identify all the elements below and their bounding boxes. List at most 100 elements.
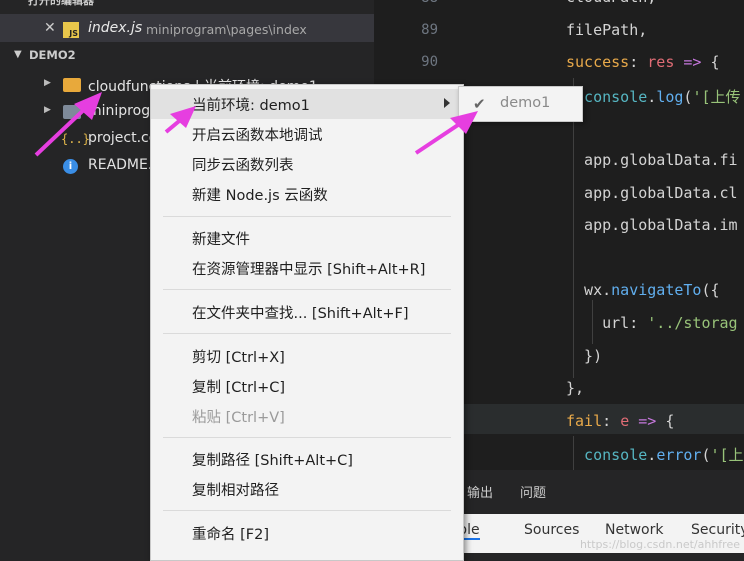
code-line[interactable]: }, xyxy=(566,379,584,397)
code-line[interactable]: app.globalData.im xyxy=(566,216,738,234)
code-token: : xyxy=(629,314,648,332)
menu-item-label: 新建文件 xyxy=(192,232,250,248)
line-number: 89 xyxy=(421,22,438,38)
menu-item-new-file[interactable]: 新建文件 xyxy=(151,223,463,253)
code-line[interactable]: }) xyxy=(566,347,602,365)
code-line[interactable]: app.globalData.fi xyxy=(566,151,738,169)
menu-item-label: 复制相对路径 xyxy=(192,483,279,499)
open-editor-item[interactable]: ✕ JS index.js miniprogram\pages\index xyxy=(0,14,374,42)
tab-problems[interactable]: 问题 xyxy=(520,482,546,501)
code-token: }, xyxy=(566,379,585,398)
folder-icon xyxy=(63,105,81,119)
chevron-right-icon[interactable]: ▶ xyxy=(44,78,51,88)
code-line[interactable]: success: res => { xyxy=(566,53,720,71)
tab-output[interactable]: 输出 xyxy=(467,482,493,501)
menu-item-local-debug[interactable]: 开启云函数本地调试 xyxy=(151,119,463,149)
json-icon: {..} xyxy=(61,132,90,146)
menu-separator xyxy=(163,216,451,217)
javascript-file-icon: JS xyxy=(63,22,79,38)
submenu-item-demo1[interactable]: demo1 xyxy=(500,95,550,111)
line-number: 90 xyxy=(421,54,438,70)
submenu-arrow-icon xyxy=(444,98,450,108)
code-token: : xyxy=(602,411,621,430)
menu-item-label: 新建 Node.js 云函数 xyxy=(192,188,328,204)
code-token: log xyxy=(656,87,684,106)
tab-sources[interactable]: Sources xyxy=(524,522,579,538)
open-editor-path: miniprogram\pages\index xyxy=(146,22,307,37)
code-token: app.globalData.im xyxy=(566,216,738,235)
code-line[interactable]: url: '../storag xyxy=(566,314,738,332)
code-line[interactable]: cloudPath, xyxy=(566,0,656,6)
menu-item-label: 同步云函数列表 xyxy=(192,158,294,174)
menu-item-copy-relative-path[interactable]: 复制相对路径 xyxy=(151,474,463,504)
code-token: res xyxy=(647,53,675,72)
code-token: success xyxy=(566,53,630,72)
menu-item-copy[interactable]: 复制 [Ctrl+C] xyxy=(151,371,463,401)
code-line[interactable]: console.error('[上 xyxy=(566,444,744,465)
menu-item-label: 在资源管理器中显示 [Shift+Alt+R] xyxy=(192,262,426,278)
code-token: '[上传 xyxy=(692,87,741,106)
cloud-folder-icon xyxy=(63,78,81,92)
menu-item-label: 复制路径 [Shift+Alt+C] xyxy=(192,453,353,469)
code-token: navigateTo xyxy=(611,281,702,300)
chevron-right-icon[interactable]: ▶ xyxy=(44,105,51,115)
menu-item-label: 粘贴 [Ctrl+V] xyxy=(192,410,285,426)
menu-separator xyxy=(163,437,451,438)
checkmark-icon: ✔ xyxy=(473,95,486,113)
code-token: wx. xyxy=(566,281,612,300)
code-line[interactable]: wx.navigateTo({ xyxy=(566,281,720,300)
code-line[interactable]: filePath, xyxy=(566,21,647,39)
close-icon[interactable]: ✕ xyxy=(44,20,56,36)
env-submenu[interactable]: ✔ demo1 xyxy=(458,86,583,122)
code-token: console xyxy=(566,446,648,465)
menu-separator xyxy=(163,333,451,334)
code-token: app.globalData.fi xyxy=(566,151,738,169)
menu-item-cut[interactable]: 剪切 [Ctrl+X] xyxy=(151,341,463,371)
project-title: DEMO2 xyxy=(29,48,76,62)
code-token: e xyxy=(620,411,630,430)
code-token: => xyxy=(683,53,702,72)
menu-separator xyxy=(163,289,451,290)
code-token: fail xyxy=(566,411,603,430)
menu-item-label: 剪切 [Ctrl+X] xyxy=(192,350,285,366)
menu-item-label: 在文件夹中查找... [Shift+Alt+F] xyxy=(192,306,409,322)
menu-item-label: 重命名 [F2] xyxy=(192,527,269,543)
open-editor-filename: index.js xyxy=(88,20,143,36)
code-token: url xyxy=(566,314,630,332)
code-token: . xyxy=(647,446,657,465)
project-section-header[interactable]: ▼ DEMO2 xyxy=(0,46,374,68)
code-token: }) xyxy=(566,346,603,365)
menu-item-new-nodejs-function[interactable]: 新建 Node.js 云函数 xyxy=(151,179,463,209)
menu-item-sync-functions[interactable]: 同步云函数列表 xyxy=(151,149,463,179)
chevron-down-icon: ▼ xyxy=(14,49,22,60)
tab-security[interactable]: Security xyxy=(691,522,744,538)
code-token: '[上 xyxy=(710,446,744,465)
menu-item-find-in-folder[interactable]: 在文件夹中查找... [Shift+Alt+F] xyxy=(151,297,463,327)
menu-item-current-env[interactable]: 当前环境: demo1 xyxy=(151,89,463,119)
info-icon: i xyxy=(63,159,78,174)
code-token: app.globalData.cl xyxy=(566,183,738,202)
code-token: cloudPath, xyxy=(566,0,656,6)
menu-item-reveal-in-explorer[interactable]: 在资源管理器中显示 [Shift+Alt+R] xyxy=(151,253,463,283)
menu-item-copy-path[interactable]: 复制路径 [Shift+Alt+C] xyxy=(151,444,463,474)
menu-item-paste: 粘贴 [Ctrl+V] xyxy=(151,401,463,431)
code-token: '../storag xyxy=(647,314,738,332)
line-number: 88 xyxy=(398,0,438,6)
menu-item-label: 复制 [Ctrl+C] xyxy=(192,380,285,396)
code-line[interactable]: console.log('[上传 xyxy=(566,86,741,107)
code-token: : xyxy=(629,53,648,72)
code-token: error xyxy=(656,446,702,465)
code-line[interactable]: fail: e => { xyxy=(566,412,674,430)
tab-network[interactable]: Network xyxy=(605,522,663,538)
code-token: filePath, xyxy=(566,20,648,39)
menu-item-label: 当前环境: demo1 xyxy=(192,98,310,114)
code-token: { xyxy=(656,411,675,430)
menu-item-rename[interactable]: 重命名 [F2] xyxy=(151,518,463,548)
code-token: => xyxy=(638,411,657,430)
code-token: { xyxy=(701,53,720,72)
menu-separator xyxy=(163,510,451,511)
code-token: ({ xyxy=(701,281,720,300)
code-line[interactable]: app.globalData.cl xyxy=(566,184,738,202)
open-editors-header[interactable]: 打开的编辑器 xyxy=(0,0,374,10)
